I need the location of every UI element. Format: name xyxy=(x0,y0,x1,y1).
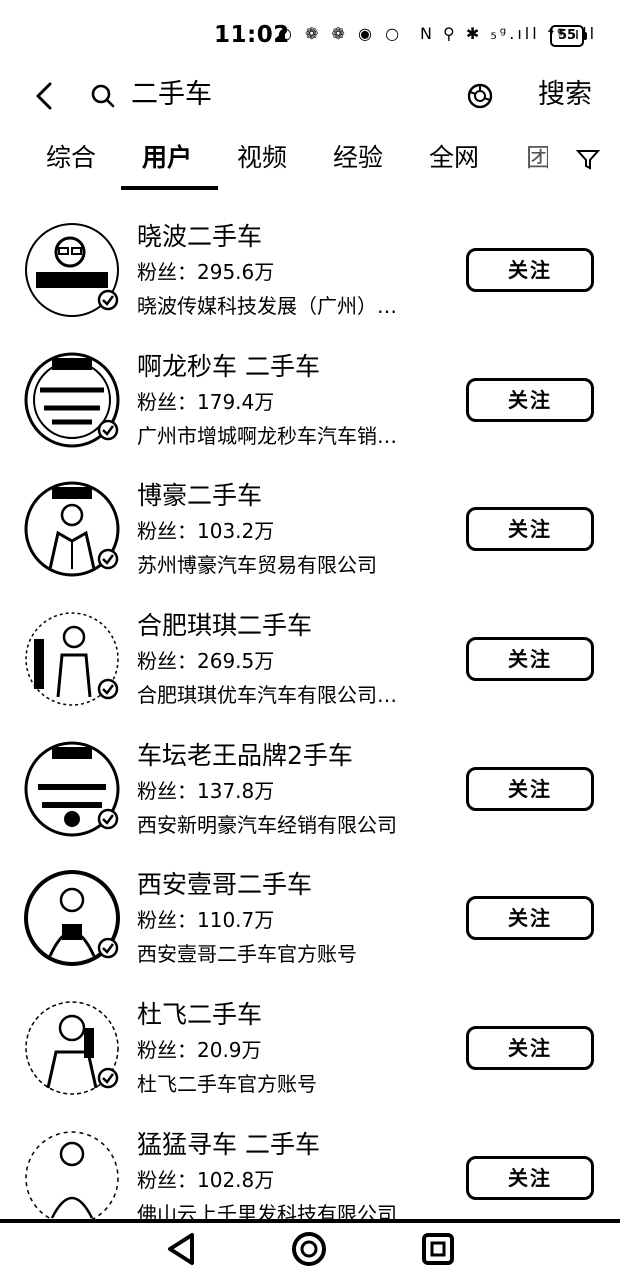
user-row-6[interactable]: 西安壹哥二手车 粉丝：110.7万 西安壹哥二手车官方账号 关注 xyxy=(0,868,620,998)
user-row-2[interactable]: 啊龙秒车 二手车 粉丝：179.4万 广州市增城啊龙秒车汽车销… 关注 xyxy=(0,350,620,480)
user-row-5[interactable]: 车坛老王品牌2手车 粉丝：137.8万 西安新明豪汽车经销有限公司 关注 xyxy=(0,739,620,869)
user-name: 晓波二手车 xyxy=(137,222,263,251)
filter-icon[interactable] xyxy=(576,148,600,170)
follow-button[interactable]: 关注 xyxy=(466,896,594,940)
battery-icon: 55 xyxy=(550,25,587,47)
follow-button[interactable]: 关注 xyxy=(466,767,594,811)
follow-button[interactable]: 关注 xyxy=(466,637,594,681)
user-row-7[interactable]: 杜飞二手车 粉丝：20.9万 杜飞二手车官方账号 关注 xyxy=(0,998,620,1128)
user-name: 博豪二手车 xyxy=(137,481,263,510)
avatar[interactable] xyxy=(22,350,122,450)
tab-group[interactable]: 团 xyxy=(526,138,548,178)
screen: 11:02 ◐ ❁ ❁ ◉ ○ N ⚲ ✱ ₅ᵍ.ıll ⁴ᵍ.ıll 55 二… xyxy=(0,0,620,1280)
user-name: 猛猛寻车 二手车 xyxy=(137,1130,320,1159)
user-row-4[interactable]: 合肥琪琪二手车 粉丝：269.5万 合肥琪琪优车汽车有限公司… 关注 xyxy=(0,609,620,739)
status-bar: 11:02 ◐ ❁ ❁ ◉ ○ N ⚲ ✱ ₅ᵍ.ıll ⁴ᵍ.ıll 55 xyxy=(0,0,620,72)
user-description: 杜飞二手车官方账号 xyxy=(137,1072,317,1096)
active-tab-indicator xyxy=(121,186,218,190)
tab-users[interactable]: 用户 xyxy=(142,138,192,178)
fans-count: 粉丝：269.5万 xyxy=(137,649,275,673)
tab-web[interactable]: 全网 xyxy=(429,138,479,178)
user-description: 晓波传媒科技发展（广州）… xyxy=(137,294,397,318)
avatar[interactable] xyxy=(22,739,122,839)
avatar[interactable] xyxy=(22,868,122,968)
category-tabs: 综合 用户 视频 经验 全网 团 xyxy=(0,138,620,190)
user-description: 西安壹哥二手车官方账号 xyxy=(137,942,357,966)
tab-experience[interactable]: 经验 xyxy=(333,138,383,178)
avatar[interactable] xyxy=(22,479,122,579)
fans-count: 粉丝：20.9万 xyxy=(137,1038,262,1062)
user-name: 合肥琪琪二手车 xyxy=(137,611,313,640)
user-row-1[interactable]: 晓波二手车 粉丝：295.6万 晓波传媒科技发展（广州）… 关注 xyxy=(0,220,620,350)
avatar[interactable] xyxy=(22,220,122,320)
notification-icons: ◐ ❁ ❁ ◉ ○ xyxy=(278,24,404,43)
nav-back-icon[interactable] xyxy=(164,1231,198,1267)
fans-count: 粉丝：103.2万 xyxy=(137,519,275,543)
back-arrow-icon[interactable] xyxy=(28,78,64,114)
fans-count: 粉丝：110.7万 xyxy=(137,908,275,932)
search-button[interactable]: 搜索 xyxy=(538,76,592,114)
avatar[interactable] xyxy=(22,998,122,1098)
search-input[interactable]: 二手车 xyxy=(131,76,212,114)
fans-count: 粉丝：137.8万 xyxy=(137,779,275,803)
fans-count: 粉丝：102.8万 xyxy=(137,1168,275,1192)
follow-button[interactable]: 关注 xyxy=(466,248,594,292)
user-name: 车坛老王品牌2手车 xyxy=(137,741,353,770)
user-description: 广州市增城啊龙秒车汽车销… xyxy=(137,424,397,448)
search-icon xyxy=(91,84,115,108)
follow-button[interactable]: 关注 xyxy=(466,1156,594,1200)
user-name: 杜飞二手车 xyxy=(137,1000,263,1029)
fans-count: 粉丝：295.6万 xyxy=(137,260,275,284)
nav-home-icon[interactable] xyxy=(291,1231,327,1267)
fans-count: 粉丝：179.4万 xyxy=(137,390,275,414)
user-description: 合肥琪琪优车汽车有限公司… xyxy=(137,683,397,707)
search-header: 二手车 搜索 xyxy=(0,72,620,122)
follow-button[interactable]: 关注 xyxy=(466,1026,594,1070)
tab-videos[interactable]: 视频 xyxy=(237,138,287,178)
user-name: 啊龙秒车 二手车 xyxy=(137,352,320,381)
user-row-3[interactable]: 博豪二手车 粉丝：103.2万 苏州博豪汽车贸易有限公司 关注 xyxy=(0,479,620,609)
user-description: 西安新明豪汽车经销有限公司 xyxy=(137,813,397,837)
image-search-icon[interactable] xyxy=(466,82,494,110)
nav-recent-apps-icon[interactable] xyxy=(420,1231,456,1267)
tab-comprehensive[interactable]: 综合 xyxy=(46,138,96,178)
user-name: 西安壹哥二手车 xyxy=(137,870,313,899)
avatar[interactable] xyxy=(22,609,122,709)
follow-button[interactable]: 关注 xyxy=(466,378,594,422)
user-description: 苏州博豪汽车贸易有限公司 xyxy=(137,553,377,577)
avatar[interactable] xyxy=(22,1128,122,1228)
system-nav-bar xyxy=(0,1223,620,1280)
follow-button[interactable]: 关注 xyxy=(466,507,594,551)
